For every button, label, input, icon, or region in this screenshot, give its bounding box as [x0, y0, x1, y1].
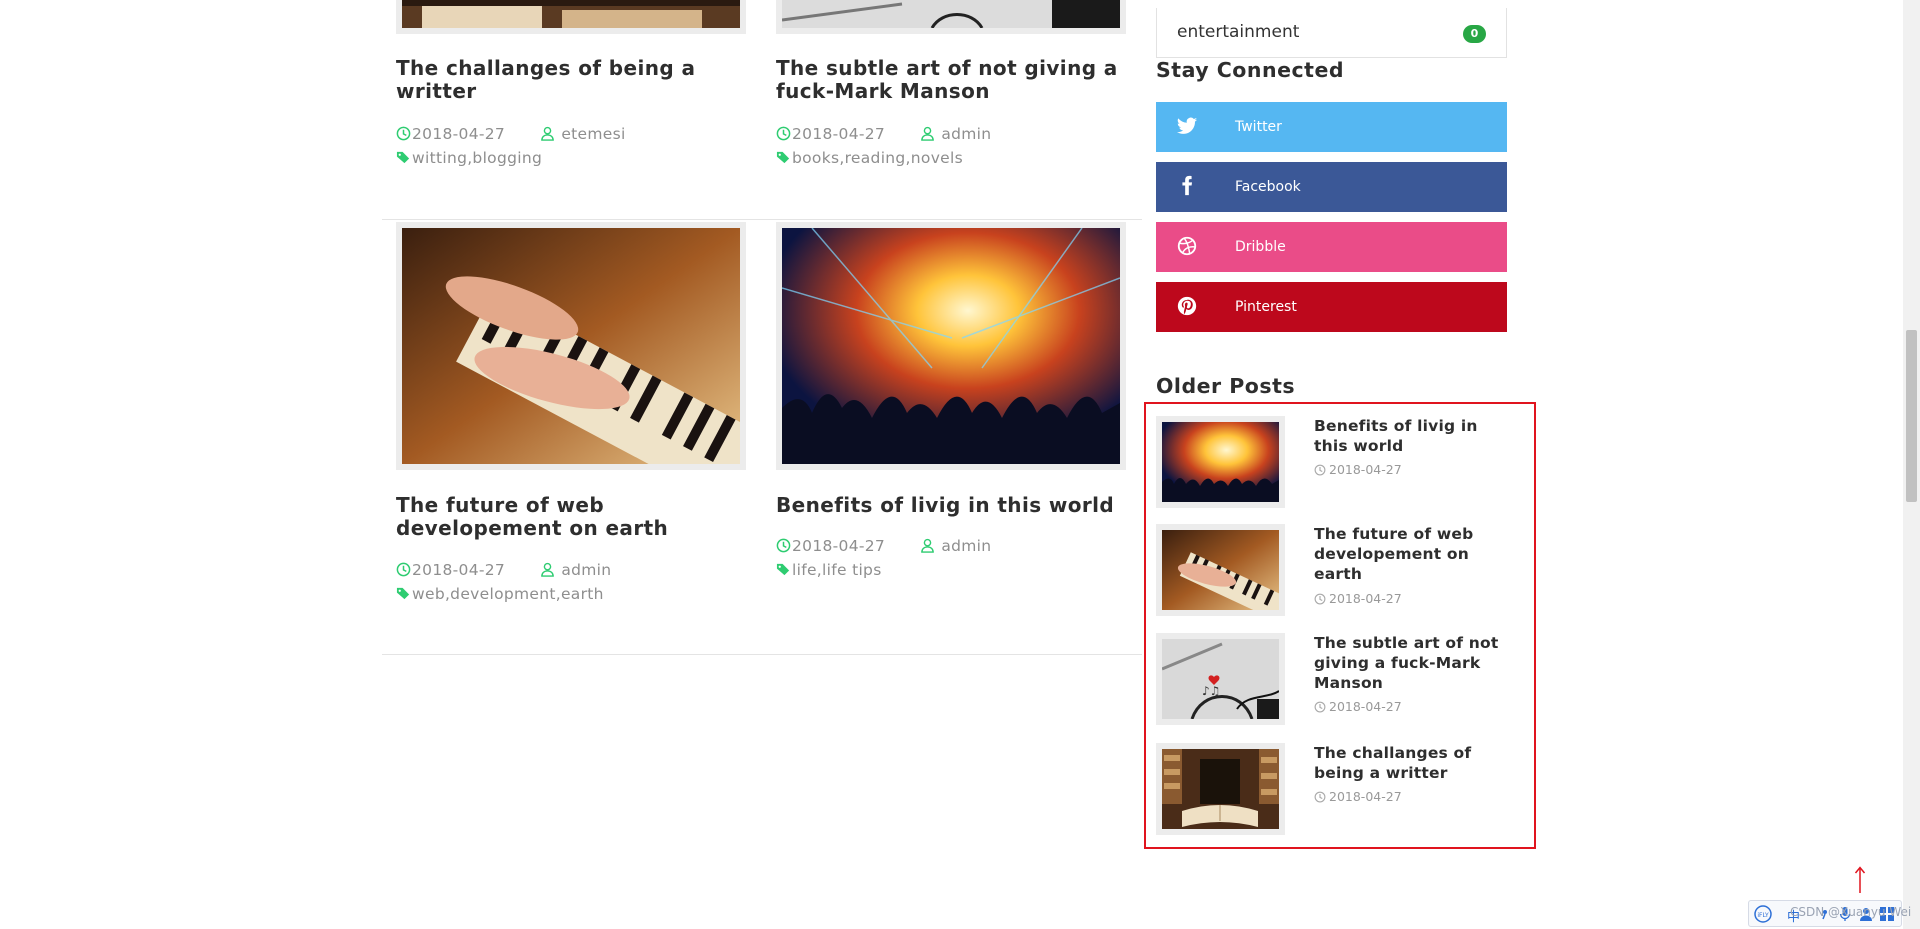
scrollbar-thumb[interactable]	[1906, 330, 1917, 502]
twitter-label: Twitter	[1235, 119, 1282, 135]
older-post-date-text: 2018-04-27	[1329, 699, 1402, 714]
post-author[interactable]: etemesi	[540, 125, 625, 143]
older-post-date: 2018-04-27	[1314, 591, 1402, 606]
post-author[interactable]: admin	[920, 537, 991, 555]
post-thumbnail[interactable]	[396, 222, 777, 512]
tags-icon	[396, 151, 410, 164]
older-post-title[interactable]: The future of web developement on earth	[1314, 524, 1504, 584]
post-tags[interactable]: life,life tips	[792, 561, 882, 579]
older-post-title[interactable]: The subtle art of not giving a fuck-Mark…	[1314, 633, 1504, 693]
older-post-date-text: 2018-04-27	[1329, 462, 1402, 477]
post-tags[interactable]: books,reading,novels	[792, 149, 963, 167]
post-thumbnail[interactable]	[776, 0, 1126, 34]
post-author-name: admin	[561, 561, 612, 579]
post-meta: 2018-04-27 etemesi witting,blogging	[396, 122, 756, 170]
older-post-title[interactable]: The challanges of being a writter	[1314, 743, 1504, 783]
facebook-button[interactable]: Facebook	[1156, 162, 1507, 212]
user-icon	[921, 538, 935, 553]
post-meta: 2018-04-27 admin life,life tips	[776, 534, 1136, 582]
older-post-date-text: 2018-04-27	[1329, 591, 1402, 606]
post-title[interactable]: The challanges of being a writter	[396, 57, 756, 103]
concert-crowd-image	[781, 227, 1121, 464]
svg-text:♪♫: ♪♫	[1202, 684, 1220, 698]
post-author[interactable]: admin	[920, 125, 991, 143]
clock-icon	[1314, 464, 1326, 476]
post-thumbnail[interactable]	[396, 0, 746, 34]
piano-hands-image	[1162, 530, 1291, 623]
svg-text:iFLY: iFLY	[1757, 912, 1769, 919]
ime-logo-icon[interactable]: iFLY	[1754, 905, 1772, 923]
post-author[interactable]: admin	[540, 561, 611, 579]
clock-icon	[776, 126, 791, 141]
post-date: 2018-04-27	[412, 561, 506, 579]
older-post-title[interactable]: Benefits of livig in this world	[1314, 416, 1504, 456]
post-author-name: admin	[941, 537, 992, 555]
older-post-date: 2018-04-27	[1314, 789, 1402, 804]
category-count-badge: 0	[1463, 25, 1486, 43]
post-meta: 2018-04-27 admin web,development,earth	[396, 558, 756, 606]
post-title[interactable]: The future of web developement on earth	[396, 494, 756, 540]
post-date: 2018-04-27	[412, 125, 506, 143]
post-tags[interactable]: witting,blogging	[412, 149, 542, 167]
post-tags[interactable]: web,development,earth	[412, 585, 604, 603]
older-post-thumbnail[interactable]	[1156, 524, 1291, 623]
category-name: entertainment	[1177, 22, 1300, 42]
dribbble-button[interactable]: Dribble	[1156, 222, 1507, 272]
category-item[interactable]: entertainment 0	[1156, 8, 1507, 58]
older-post-date: 2018-04-27	[1314, 699, 1402, 714]
older-posts-heading: Older Posts	[1156, 374, 1296, 398]
headphones-music-image	[781, 0, 1120, 29]
dribbble-icon	[1177, 236, 1197, 256]
twitter-button[interactable]: Twitter	[1156, 102, 1507, 152]
post-meta: 2018-04-27 admin books,reading,novels	[776, 122, 1136, 170]
back-to-top-arrow-icon[interactable]	[1854, 866, 1866, 894]
facebook-label: Facebook	[1235, 179, 1301, 195]
pinterest-icon	[1177, 296, 1197, 316]
user-icon	[921, 126, 935, 141]
tags-icon	[776, 563, 790, 576]
post-author-name: admin	[941, 125, 992, 143]
older-post-date-text: 2018-04-27	[1329, 789, 1402, 804]
headphones-music-image: ♪♫	[1161, 639, 1280, 720]
clock-icon	[1314, 593, 1326, 605]
blog-page: The challanges of being a writter 2018-0…	[0, 0, 1920, 929]
post-date: 2018-04-27	[792, 537, 886, 555]
user-icon	[541, 562, 555, 577]
concert-crowd-image	[1162, 422, 1279, 502]
older-post-date: 2018-04-27	[1314, 462, 1402, 477]
tags-icon	[776, 151, 790, 164]
piano-hands-image	[402, 228, 777, 512]
post-author-name: etemesi	[561, 125, 626, 143]
user-icon	[541, 126, 555, 141]
post-title[interactable]: Benefits of livig in this world	[776, 494, 1136, 517]
older-post-thumbnail[interactable]: ♪♫	[1156, 633, 1285, 725]
older-post-thumbnail[interactable]	[1156, 743, 1285, 835]
pinterest-label: Pinterest	[1235, 299, 1297, 315]
post-date: 2018-04-27	[792, 125, 886, 143]
post-title[interactable]: The subtle art of not giving a fuck-Mark…	[776, 57, 1136, 103]
clock-icon	[1314, 791, 1326, 803]
clock-icon	[1314, 701, 1326, 713]
books-image	[402, 0, 740, 28]
clock-icon	[396, 126, 411, 141]
tags-icon	[396, 587, 410, 600]
watermark-text: CSDN @Xuanyu Wei	[1790, 905, 1912, 919]
clock-icon	[776, 538, 791, 553]
books-image	[1162, 749, 1279, 829]
pinterest-button[interactable]: Pinterest	[1156, 282, 1507, 332]
clock-icon	[396, 562, 411, 577]
facebook-icon	[1182, 175, 1193, 196]
stay-connected-heading: Stay Connected	[1156, 58, 1345, 82]
older-post-thumbnail[interactable]	[1156, 416, 1285, 508]
dribbble-label: Dribble	[1235, 239, 1286, 255]
twitter-icon	[1176, 117, 1198, 134]
post-thumbnail[interactable]	[776, 222, 1126, 470]
